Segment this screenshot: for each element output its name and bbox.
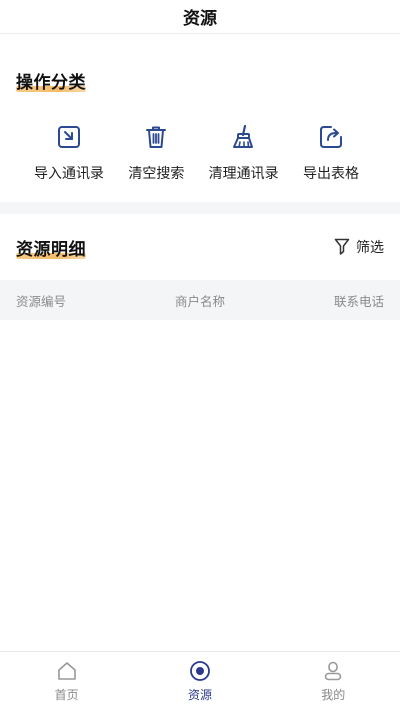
tab-home[interactable]: 首页 — [17, 660, 117, 703]
clear-search-label: 清空搜索 — [128, 166, 185, 182]
resource-icon — [190, 661, 210, 681]
app-page: 资源 操作分类 导入通讯录 清空搜索 清理通讯录 导出表格 资源明细 筛选 资源… — [0, 0, 400, 711]
details-title-wrap: 资源明细 — [16, 235, 86, 260]
filter-label: 筛选 — [356, 240, 384, 256]
top-bar: 资源 — [0, 0, 400, 34]
operations-section: 操作分类 导入通讯录 清空搜索 清理通讯录 导出表格 — [0, 34, 400, 202]
clean-contacts-label: 清理通讯录 — [208, 166, 279, 182]
table-header: 资源编号 商户名称 联系电话 — [0, 280, 400, 320]
section-divider — [0, 202, 400, 214]
column-header-merchant: 商户名称 — [174, 293, 225, 309]
tab-home-label: 首页 — [54, 688, 79, 702]
export-table-label: 导出表格 — [302, 166, 359, 182]
import-contacts-button[interactable]: 导入通讯录 — [26, 123, 112, 183]
tab-mine[interactable]: 我的 — [283, 660, 383, 703]
column-header-id: 资源编号 — [16, 293, 67, 309]
import-icon — [58, 126, 80, 148]
page-title: 资源 — [183, 9, 217, 29]
import-contacts-label: 导入通讯录 — [34, 166, 104, 182]
trash-icon — [146, 126, 167, 148]
clear-search-button[interactable]: 清空搜索 — [113, 123, 199, 183]
export-table-button[interactable]: 导出表格 — [288, 123, 374, 183]
home-icon — [57, 662, 76, 680]
tab-mine-label: 我的 — [321, 688, 346, 702]
details-header: 资源明细 筛选 — [0, 214, 400, 280]
filter-button[interactable]: 筛选 — [334, 237, 384, 257]
operations-title: 操作分类 — [16, 73, 86, 93]
broom-icon — [232, 124, 253, 148]
details-section: 资源明细 筛选 资源编号 商户名称 联系电话 — [0, 214, 400, 320]
clean-contacts-button[interactable]: 清理通讯录 — [201, 123, 287, 183]
user-icon — [325, 661, 342, 681]
details-title: 资源明细 — [16, 239, 86, 260]
tab-resources[interactable]: 资源 — [150, 660, 250, 703]
tab-resources-label: 资源 — [187, 688, 212, 702]
operations-grid: 导入通讯录 清空搜索 清理通讯录 导出表格 — [16, 123, 384, 183]
bottom-tab-bar: 首页 资源 我的 — [0, 651, 400, 711]
column-header-phone: 联系电话 — [333, 293, 384, 309]
operations-title-wrap: 操作分类 — [16, 68, 86, 93]
export-icon — [319, 126, 342, 148]
filter-icon — [334, 238, 350, 255]
